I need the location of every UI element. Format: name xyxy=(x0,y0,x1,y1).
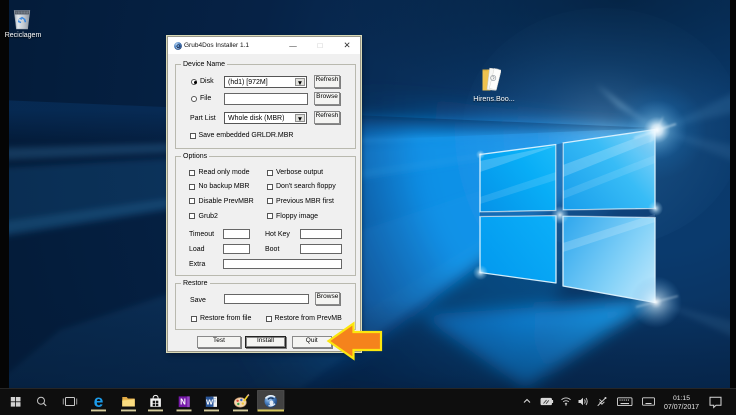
svg-text:07/07/2017: 07/07/2017 xyxy=(664,404,699,411)
svg-text:01:15: 01:15 xyxy=(673,395,690,402)
svg-text:W: W xyxy=(206,397,214,406)
svg-text:N: N xyxy=(180,398,186,407)
svg-text:e: e xyxy=(94,391,104,411)
